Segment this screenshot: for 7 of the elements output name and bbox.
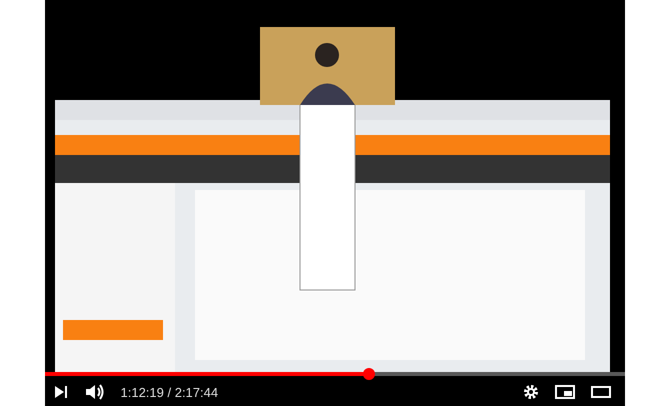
miniplayer-icon[interactable] [554, 384, 574, 400]
settings-icon[interactable] [522, 384, 538, 400]
time-display: 1:12:19 / 2:17:44 [120, 384, 218, 400]
progress-handle[interactable] [363, 368, 376, 380]
volume-icon[interactable] [84, 384, 104, 400]
next-icon[interactable] [52, 384, 68, 400]
theater-mode-icon[interactable] [590, 384, 610, 400]
